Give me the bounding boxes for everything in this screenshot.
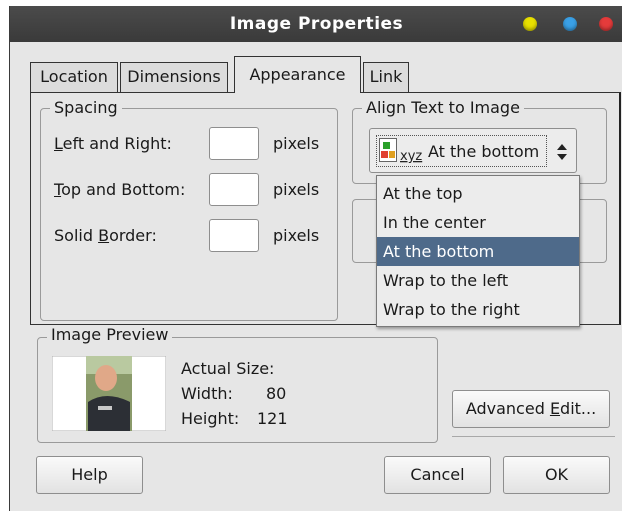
dialog-window: Image Properties Location Dimensions App… xyxy=(9,6,622,511)
left-right-input[interactable] xyxy=(209,127,259,160)
actual-size-label: Actual Size: xyxy=(181,359,275,378)
align-select[interactable]: xyz At the bottom xyxy=(369,128,577,173)
separator xyxy=(452,436,615,437)
menu-item-wrap-right[interactable]: Wrap to the right xyxy=(377,295,579,324)
tab-appearance[interactable]: Appearance xyxy=(234,56,361,93)
preview-thumbnail xyxy=(52,356,166,431)
align-legend: Align Text to Image xyxy=(362,98,524,118)
text-align-bottom-icon: xyz xyxy=(379,138,422,164)
width-value: 80 xyxy=(266,384,287,403)
solid-border-unit: pixels xyxy=(273,226,320,245)
top-bottom-unit: pixels xyxy=(273,180,320,199)
width-label: Width: xyxy=(181,384,233,403)
left-right-label: Left and Right: xyxy=(54,134,172,153)
top-bottom-label: Top and Bottom: xyxy=(54,180,186,199)
height-label: Height: xyxy=(181,409,240,428)
ok-button[interactable]: OK xyxy=(503,456,610,494)
height-value: 121 xyxy=(257,409,288,428)
menu-item-wrap-left[interactable]: Wrap to the left xyxy=(377,266,579,295)
cancel-button[interactable]: Cancel xyxy=(384,456,491,494)
help-button[interactable]: Help xyxy=(36,456,143,494)
left-right-unit: pixels xyxy=(273,134,320,153)
menu-item-center[interactable]: In the center xyxy=(377,208,579,237)
spacing-legend: Spacing xyxy=(50,98,122,118)
menu-item-bottom[interactable]: At the bottom xyxy=(377,237,579,266)
advanced-edit-button[interactable]: Advanced Edit... xyxy=(452,390,610,428)
close-button[interactable] xyxy=(599,17,613,31)
tab-link[interactable]: Link xyxy=(363,62,409,92)
svg-text:xyz: xyz xyxy=(400,149,422,164)
tab-dimensions[interactable]: Dimensions xyxy=(120,62,228,92)
solid-border-label: Solid Border: xyxy=(54,226,157,245)
title-bar[interactable]: Image Properties xyxy=(10,6,622,42)
maximize-button[interactable] xyxy=(563,17,577,31)
solid-border-input[interactable] xyxy=(209,219,259,252)
menu-item-top[interactable]: At the top xyxy=(377,179,579,208)
align-select-value: At the bottom xyxy=(428,142,540,161)
minimize-button[interactable] xyxy=(523,17,537,31)
tab-location[interactable]: Location xyxy=(30,62,118,92)
top-bottom-input[interactable] xyxy=(209,173,259,206)
image-preview-legend: Image Preview xyxy=(47,325,173,345)
align-dropdown-menu: At the top In the center At the bottom W… xyxy=(376,175,580,327)
updown-arrow-icon xyxy=(557,144,567,160)
